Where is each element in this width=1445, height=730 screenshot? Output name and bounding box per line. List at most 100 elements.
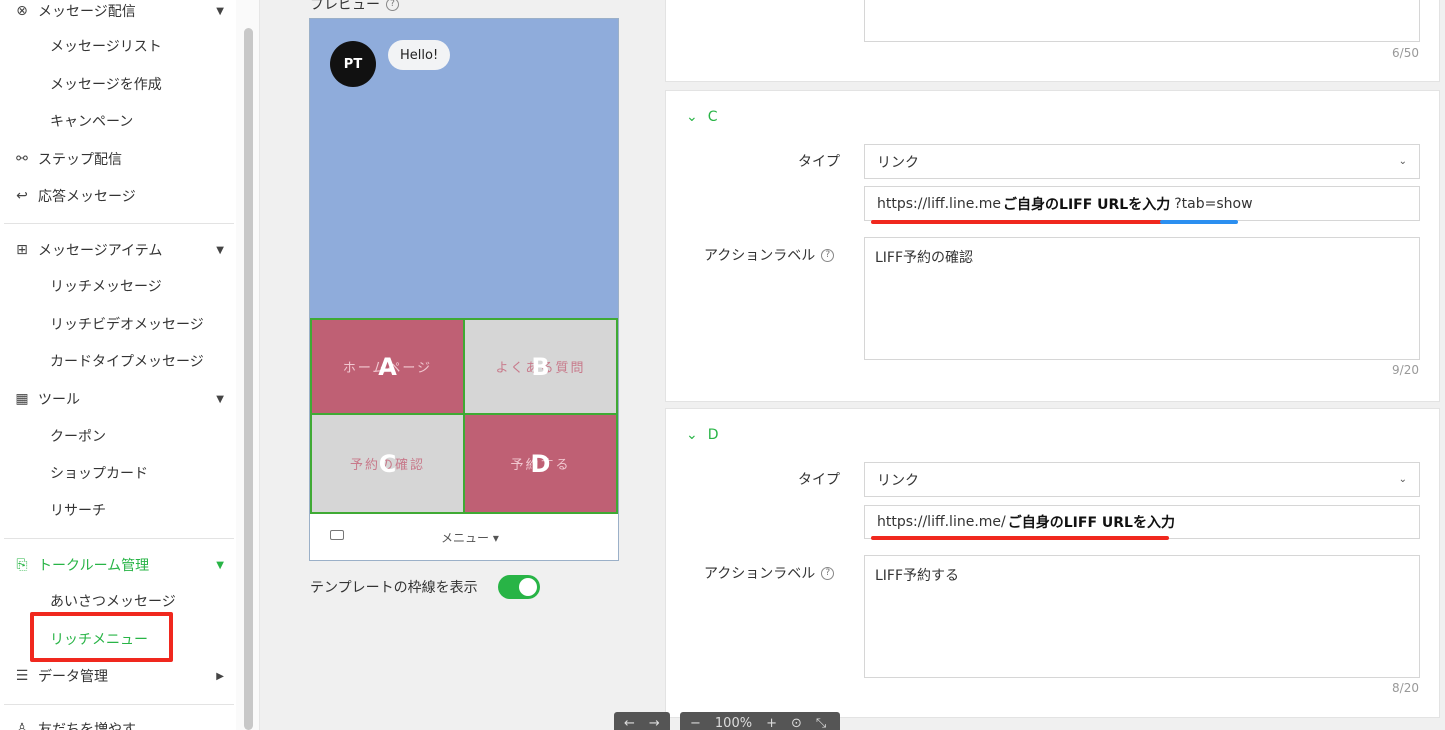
section-d-title[interactable]: ⌄ D xyxy=(686,427,719,443)
chevron-down-icon: ⌄ xyxy=(686,109,698,125)
history-toolbar: ← → xyxy=(614,712,670,730)
url-input[interactable]: https://liff.line.me ご自身のLIFF URLを入力 ?ta… xyxy=(864,186,1420,221)
plus-square-icon: ⊞ xyxy=(16,242,28,258)
undo-icon[interactable]: ← xyxy=(624,716,635,730)
section-title-text: D xyxy=(707,427,719,443)
sidebar: ⊗ メッセージ配信 ▼ メッセージリスト メッセージを作成 キャンペーン ⚯ ス… xyxy=(0,0,236,730)
preview-label-text: プレビュー xyxy=(310,0,380,13)
section-d-card: ⌄ D タイプ リンク ⌄ https://liff.line.me/ ご自身の… xyxy=(665,408,1440,718)
chevron-down-icon: ▼ xyxy=(216,559,224,571)
sidebar-group-friends[interactable]: ♙ 友だちを増やす xyxy=(0,718,236,730)
hierarchy-icon: ⚯ xyxy=(16,151,28,167)
rich-menu-cell-a[interactable]: ホームページ A xyxy=(310,318,465,415)
zoom-out-icon[interactable]: − xyxy=(690,716,701,730)
help-icon[interactable]: ? xyxy=(821,566,835,580)
avatar: PT xyxy=(330,41,376,87)
char-counter: 8/20 xyxy=(1392,681,1419,695)
cell-letter: C xyxy=(378,449,397,478)
sidebar-group-label: ツール xyxy=(38,392,80,408)
section-title-text: C xyxy=(707,109,718,125)
help-icon[interactable]: ? xyxy=(386,0,399,11)
sidebar-item-reply[interactable]: ↩ 応答メッセージ xyxy=(0,185,236,207)
chevron-down-icon: ▼ xyxy=(216,5,224,17)
sidebar-item-label: 応答メッセージ xyxy=(38,189,136,205)
shop-icon: ▦ xyxy=(15,391,29,407)
sidebar-item-shop-card[interactable]: ショップカード xyxy=(0,463,236,483)
label-text: アクションラベル xyxy=(704,248,816,264)
red-underline-annotation xyxy=(871,536,1169,540)
sidebar-item-label: メッセージを作成 xyxy=(50,77,162,93)
zoom-in-icon[interactable]: + xyxy=(766,716,777,730)
sidebar-group-items[interactable]: ⊞ メッセージアイテム ▼ xyxy=(0,239,236,261)
preview-label: プレビュー ? xyxy=(310,0,399,14)
keyboard-icon[interactable] xyxy=(330,530,344,540)
sidebar-item-step[interactable]: ⚯ ステップ配信 xyxy=(0,148,236,170)
menu-toggle[interactable]: メニュー ▾ xyxy=(441,529,499,546)
person-icon: ♙ xyxy=(15,721,29,730)
help-icon[interactable]: ? xyxy=(821,248,835,262)
previous-section-card: 6/50 xyxy=(665,0,1440,82)
chevron-down-icon: ⌄ xyxy=(686,427,698,443)
sidebar-item-rich-message[interactable]: リッチメッセージ xyxy=(0,276,236,296)
sidebar-item-label: クーポン xyxy=(50,429,106,445)
sidebar-group-talkroom[interactable]: ⎘ トークルーム管理 ▼ xyxy=(0,554,236,576)
sidebar-item-label: キャンペーン xyxy=(50,114,134,130)
chat-screen: PT Hello! xyxy=(310,19,618,318)
previous-action-textarea[interactable] xyxy=(864,0,1420,42)
url-input[interactable]: https://liff.line.me/ ご自身のLIFF URLを入力 xyxy=(864,505,1420,539)
sidebar-group-label: 友だちを増やす xyxy=(38,722,136,730)
sidebar-item-label: リッチビデオメッセージ xyxy=(50,317,204,333)
sidebar-item-research[interactable]: リサーチ xyxy=(0,500,236,520)
sidebar-group-label: トークルーム管理 xyxy=(38,558,150,574)
sidebar-group-data[interactable]: ☰ データ管理 ▶ xyxy=(0,665,236,687)
phone-preview: PT Hello! ホームページ A よくある質問 B 予約の確認 C 予約する… xyxy=(309,18,619,561)
sidebar-item-rich-video[interactable]: リッチビデオメッセージ xyxy=(0,314,236,334)
collapse-icon[interactable]: ⤡ xyxy=(816,716,826,730)
download-icon[interactable]: ⊙ xyxy=(791,716,802,730)
url-prefix: https://liff.line.me xyxy=(877,195,1002,212)
sidebar-item-label: メッセージリスト xyxy=(50,39,162,55)
label-text: アクションラベル xyxy=(704,566,816,582)
toggle-label: テンプレートの枠線を表示 xyxy=(310,580,478,596)
toggle-knob xyxy=(519,578,537,596)
label-text: タイプ xyxy=(798,154,840,170)
action-label-textarea[interactable]: LIFF予約する xyxy=(864,555,1420,678)
chevron-down-icon: ⌄ xyxy=(1398,474,1407,485)
sidebar-group-label: メッセージアイテム xyxy=(38,243,163,259)
section-c-title[interactable]: ⌄ C xyxy=(686,109,718,125)
sidebar-scrollbar[interactable] xyxy=(244,28,253,730)
sidebar-item-label: ショップカード xyxy=(50,466,148,482)
sidebar-group-message[interactable]: ⊗ メッセージ配信 ▼ xyxy=(0,0,236,22)
sidebar-item-message-list[interactable]: メッセージリスト xyxy=(0,36,236,56)
rich-menu-cell-b[interactable]: よくある質問 B xyxy=(463,318,618,415)
sidebar-item-label: ステップ配信 xyxy=(38,152,122,168)
chat-menu-bar: メニュー ▾ xyxy=(310,514,618,560)
sidebar-item-greeting[interactable]: あいさつメッセージ xyxy=(0,591,236,611)
redo-icon[interactable]: → xyxy=(649,716,660,730)
sidebar-item-card-message[interactable]: カードタイプメッセージ xyxy=(0,351,236,371)
sidebar-group-tools[interactable]: ▦ ツール ▼ xyxy=(0,388,236,410)
type-select[interactable]: リンク ⌄ xyxy=(864,462,1420,497)
database-icon: ☰ xyxy=(15,668,29,684)
section-c-card: ⌄ C タイプ リンク ⌄ https://liff.line.me ご自身のL… xyxy=(665,90,1440,402)
sidebar-divider xyxy=(4,538,234,539)
template-border-label: テンプレートの枠線を表示 xyxy=(310,577,478,597)
select-value: リンク xyxy=(877,472,919,489)
sidebar-item-coupon[interactable]: クーポン xyxy=(0,426,236,446)
highlight-annotation-box xyxy=(30,612,173,662)
action-label: アクションラベル ? xyxy=(704,245,835,265)
sidebar-item-create-message[interactable]: メッセージを作成 xyxy=(0,74,236,94)
sidebar-item-label: リサーチ xyxy=(50,503,106,519)
reply-icon: ↩ xyxy=(16,188,28,204)
rich-menu-cell-c[interactable]: 予約の確認 C xyxy=(310,413,465,514)
type-label: タイプ xyxy=(798,469,840,489)
blue-underline-annotation xyxy=(1160,220,1238,224)
type-select[interactable]: リンク ⌄ xyxy=(864,144,1420,179)
sidebar-group-label: データ管理 xyxy=(38,669,108,685)
chat-bubble: Hello! xyxy=(388,40,451,70)
template-border-toggle[interactable] xyxy=(498,575,540,599)
cell-letter: A xyxy=(378,352,397,381)
rich-menu-cell-d[interactable]: 予約する D xyxy=(463,413,618,514)
sidebar-item-campaign[interactable]: キャンペーン xyxy=(0,111,236,131)
action-label-textarea[interactable]: LIFF予約の確認 xyxy=(864,237,1420,360)
